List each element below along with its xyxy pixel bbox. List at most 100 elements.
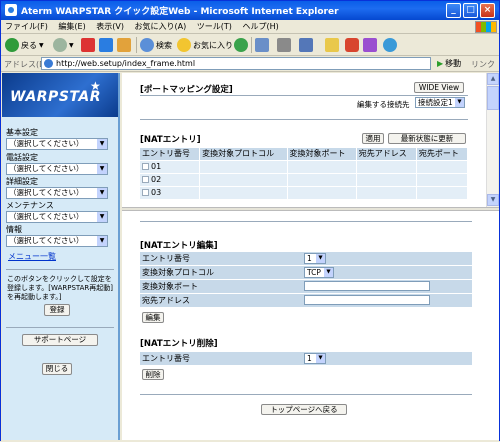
back-label: 戻る	[21, 40, 37, 50]
table-row[interactable]: 02	[140, 172, 469, 186]
star-icon	[177, 38, 191, 52]
chevron-down-icon: ▼	[69, 41, 74, 49]
print-button[interactable]	[277, 37, 293, 53]
discuss-button[interactable]	[325, 37, 341, 53]
forward-button[interactable]: ▼	[53, 37, 74, 53]
divider	[140, 95, 468, 96]
star-icon: ★	[90, 79, 102, 93]
search-icon	[140, 38, 154, 52]
nav-basic-label: 基本設定	[6, 128, 38, 137]
nat-entry-title: [NATエントリ]	[140, 135, 201, 145]
table-header-row: エントリ番号 変換対象プロトコル 変換対象ポート 宛先アドレス 宛先ポート	[140, 148, 469, 160]
menu-list-link[interactable]: メニュー一覧	[8, 251, 56, 262]
research-button[interactable]	[363, 37, 379, 53]
connection-select[interactable]: 接続設定1 ▼	[415, 97, 465, 108]
nav-phone-label: 電話設定	[6, 153, 38, 162]
nav-phone-select[interactable]: （選択してください） ▼	[6, 163, 108, 175]
nav-maintenance-label: メンテナンス	[6, 201, 54, 210]
close-button[interactable]: ×	[480, 3, 495, 18]
home-button[interactable]	[117, 37, 133, 53]
stop-button[interactable]	[81, 37, 97, 53]
refresh-button[interactable]	[99, 37, 115, 53]
menu-help[interactable]: ヘルプ(H)	[238, 20, 282, 33]
table-cell	[356, 159, 417, 173]
stop-icon	[81, 38, 95, 52]
protocol-select[interactable]: TCP ▼	[304, 267, 334, 278]
delete-entry-row: エントリ番号 1 ▼	[140, 352, 472, 365]
top-frame-scrollbar[interactable]: ▲ ▼	[486, 73, 499, 207]
apply-button[interactable]: 適用	[362, 133, 384, 144]
title-bar: Aterm WARPSTAR クイック設定Web - Microsoft Int…	[1, 1, 499, 20]
menu-view[interactable]: 表示(V)	[92, 20, 128, 33]
browser-window: Aterm WARPSTAR クイック設定Web - Microsoft Int…	[0, 0, 500, 442]
favorites-button[interactable]: お気に入り	[177, 37, 233, 53]
column-header: エントリ番号	[140, 148, 201, 160]
edit-entry-button[interactable]: 編集	[142, 312, 164, 323]
minimize-button[interactable]: _	[446, 3, 461, 18]
mail-button[interactable]	[255, 37, 271, 53]
scroll-up-icon[interactable]: ▲	[487, 73, 499, 85]
nav-advanced-label: 詳細設定	[6, 177, 38, 186]
entry-number-select[interactable]: 1 ▼	[304, 253, 326, 264]
back-arrow-icon	[5, 38, 19, 52]
scroll-down-icon[interactable]: ▼	[487, 194, 499, 206]
table-row[interactable]: 01	[140, 159, 469, 173]
nav-maintenance: メンテナンス （選択してください） ▼	[6, 200, 114, 223]
chevron-down-icon: ▼	[324, 268, 333, 277]
divider	[140, 394, 472, 395]
nav-info-select[interactable]: （選択してください） ▼	[6, 235, 108, 247]
support-page-button[interactable]: サポートページ	[22, 334, 98, 346]
nav-advanced-select[interactable]: （選択してください） ▼	[6, 187, 108, 199]
select-value: （選択してください）	[9, 139, 84, 148]
refresh-state-button[interactable]: 最新状態に更新	[388, 133, 466, 144]
research-icon	[363, 38, 377, 52]
delete-entry-select[interactable]: 1 ▼	[304, 353, 326, 364]
register-button[interactable]: 登録	[44, 304, 70, 316]
chevron-down-icon: ▼	[97, 188, 107, 198]
scroll-thumb[interactable]	[487, 86, 499, 110]
column-header: 変換対象ポート	[287, 148, 357, 160]
chevron-down-icon: ▼	[455, 98, 464, 107]
entry-number-label: エントリ番号	[142, 254, 190, 263]
checkbox[interactable]	[142, 163, 149, 170]
dest-address-input[interactable]	[304, 295, 430, 305]
nav-basic-select[interactable]: （選択してください） ▼	[6, 138, 108, 150]
messenger-button[interactable]	[345, 37, 361, 53]
close-page-button[interactable]: 閉じる	[42, 363, 72, 375]
home-icon	[117, 38, 131, 52]
select-value: 1	[307, 254, 312, 263]
table-cell	[199, 172, 288, 186]
mail-icon	[255, 38, 269, 52]
window-title: Aterm WARPSTAR クイック設定Web - Microsoft Int…	[21, 7, 339, 17]
history-button[interactable]	[234, 37, 250, 53]
back-button[interactable]: 戻る ▼	[5, 37, 44, 53]
address-input[interactable]: http://web.setup/index_frame.html	[41, 57, 431, 70]
edit-button[interactable]	[299, 37, 315, 53]
table-cell	[199, 185, 288, 199]
links-button[interactable]: リンク	[471, 59, 495, 70]
maximize-button[interactable]: □	[463, 3, 478, 18]
nav-maintenance-select[interactable]: （選択してください） ▼	[6, 211, 108, 223]
column-header: 宛先アドレス	[356, 148, 417, 160]
chevron-down-icon: ▼	[97, 164, 107, 174]
checkbox[interactable]	[142, 189, 149, 197]
search-button[interactable]: 検索	[140, 37, 172, 53]
menu-favorites[interactable]: お気に入り(A)	[131, 20, 191, 33]
go-button[interactable]: 移動	[437, 58, 461, 69]
menu-edit[interactable]: 編集(E)	[54, 20, 89, 33]
warpstar-logo: WARPSTAR ★	[2, 73, 118, 117]
windows-logo-icon	[475, 21, 497, 33]
select-value: （選択してください）	[9, 188, 84, 197]
menu-file[interactable]: ファイル(F)	[1, 20, 52, 33]
menu-tools[interactable]: ツール(T)	[193, 20, 236, 33]
delete-entry-button[interactable]: 削除	[142, 369, 164, 380]
table-cell	[416, 172, 469, 186]
wide-view-button[interactable]: WIDE View	[414, 82, 464, 93]
top-page-button[interactable]: トップページへ戻る	[261, 404, 347, 415]
checkbox[interactable]	[142, 176, 149, 183]
select-value: 接続設定1	[418, 98, 453, 107]
table-row[interactable]: 03	[140, 185, 469, 199]
select-value: 1	[307, 354, 312, 363]
people-button[interactable]	[383, 37, 399, 53]
port-input[interactable]	[304, 281, 430, 291]
